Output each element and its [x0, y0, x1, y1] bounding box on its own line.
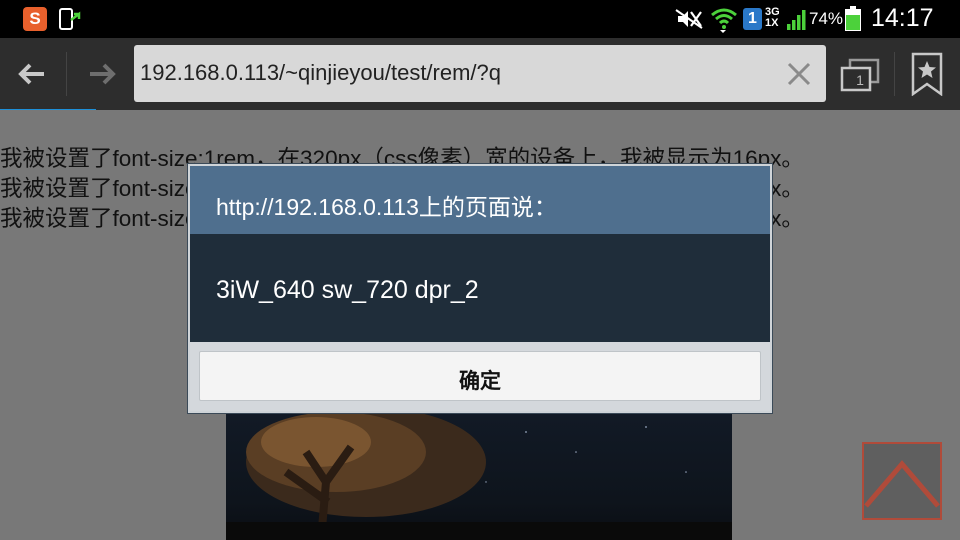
ok-button[interactable]: 确定: [199, 351, 761, 401]
sogou-input-icon: S: [23, 7, 47, 31]
network-type-bottom: 1X: [765, 17, 779, 29]
close-icon[interactable]: [786, 61, 812, 87]
sogou-input-icon-letter: S: [29, 9, 41, 28]
network-type: 3G 1X: [765, 7, 785, 29]
forward-arrow-icon[interactable]: [84, 56, 120, 92]
wifi-icon: [711, 8, 737, 33]
back-arrow-icon[interactable]: [14, 56, 50, 92]
chevron-up-icon: [864, 460, 940, 508]
dialog-header: http://192.168.0.113上的页面说：: [190, 166, 770, 234]
sim-icon: 1: [743, 8, 762, 30]
screen-rotate-icon: [59, 8, 81, 30]
url-bar[interactable]: 192.168.0.113/~qinjieyou/test/rem/?q: [134, 45, 826, 102]
battery-percent: 74%: [809, 9, 844, 28]
dialog-title: http://192.168.0.113上的页面说：: [216, 194, 557, 220]
clock: 14:17: [871, 4, 934, 32]
toolbar-divider: [894, 52, 895, 96]
signal-icon: [787, 10, 806, 30]
status-bar: S 1 3G 1X 74% 14:17: [0, 0, 960, 38]
back-to-top-button[interactable]: [862, 442, 942, 520]
ok-button-label: 确定: [459, 370, 501, 393]
dialog-message: 3iW_640 sw_720 dpr_2: [216, 276, 479, 304]
mute-icon: [675, 9, 703, 29]
dialog-footer: 确定: [190, 342, 770, 411]
alert-dialog: http://192.168.0.113上的页面说： 3iW_640 sw_72…: [188, 164, 772, 413]
tab-count: 1: [856, 72, 864, 88]
dialog-body: 3iW_640 sw_720 dpr_2: [190, 234, 770, 342]
toolbar-divider: [66, 52, 67, 96]
tree-silhouette: [226, 412, 732, 540]
browser-toolbar: 192.168.0.113/~qinjieyou/test/rem/?q 1: [0, 38, 960, 110]
night-tree-photo: [226, 412, 732, 540]
url-text[interactable]: 192.168.0.113/~qinjieyou/test/rem/?q: [140, 60, 501, 86]
battery-icon: [845, 6, 861, 31]
bookmark-icon[interactable]: [910, 52, 944, 96]
